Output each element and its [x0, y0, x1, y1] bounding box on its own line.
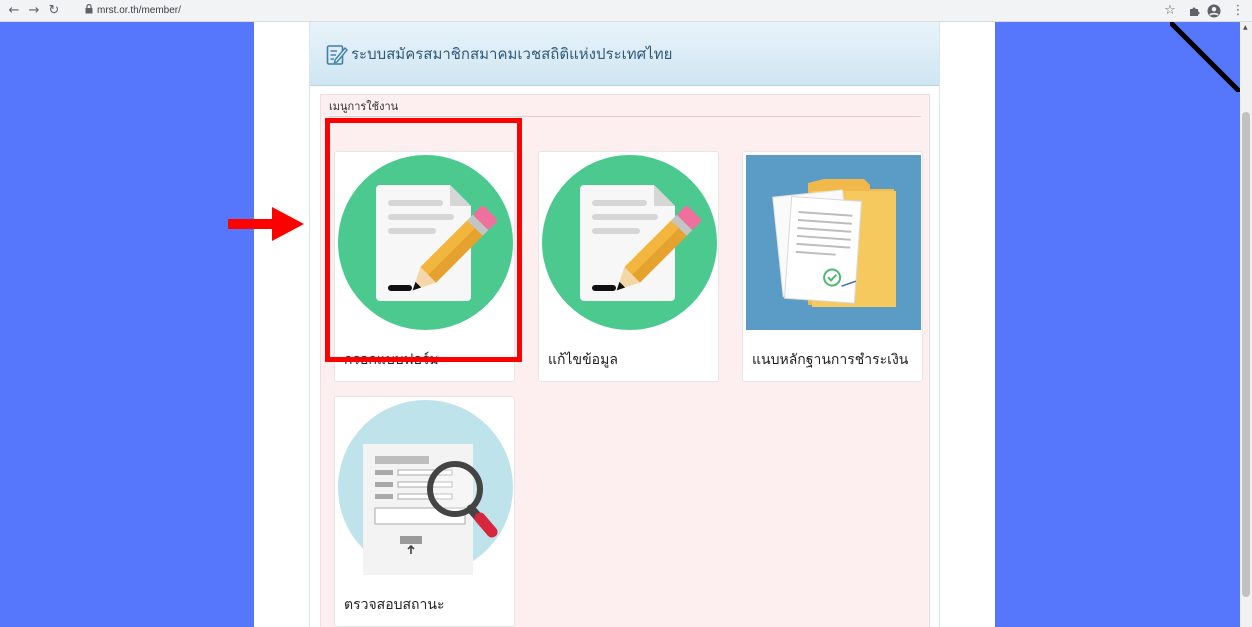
reload-icon[interactable]: ↻ — [46, 3, 62, 19]
selection-highlight — [325, 118, 522, 362]
account-icon[interactable] — [1206, 3, 1222, 23]
edit-form-icon — [326, 45, 348, 65]
kebab-menu-icon[interactable]: ⋮ — [1230, 3, 1246, 19]
menu-card-label: ตรวจสอบสถานะ — [344, 597, 445, 613]
panel-header: ระบบสมัครสมาชิกสมาคมเวชสถิติแห่งประเทศไท… — [310, 22, 939, 86]
lock-icon — [85, 3, 93, 17]
puzzle-icon[interactable] — [1186, 3, 1202, 22]
red-arrow-icon — [228, 207, 304, 241]
diagonal-line-decoration — [1170, 22, 1240, 92]
menu-section-label: เมนูการใช้งาน — [329, 100, 399, 113]
menu-card-attach-payment[interactable]: แนบหลักฐานการชำระเงิน — [742, 151, 923, 382]
menu-card-label: แก้ไขข้อมูล — [548, 352, 618, 368]
page-background-left — [0, 22, 254, 627]
back-icon[interactable]: ← — [6, 3, 22, 19]
browser-toolbar: ← → ↻ mrst.or.th/member/ ☆ ⋮ — [0, 0, 1252, 22]
menu-card-check-status[interactable]: ตรวจสอบสถานะ — [334, 396, 515, 627]
page-background-right — [995, 22, 1240, 627]
divider — [329, 116, 921, 117]
page-title: ระบบสมัครสมาชิกสมาคมเวชสถิติแห่งประเทศไท… — [351, 45, 673, 63]
scroll-up-icon[interactable]: ▲ — [1243, 24, 1248, 31]
address-bar[interactable]: mrst.or.th/member/ — [97, 4, 181, 17]
star-icon[interactable]: ☆ — [1162, 3, 1178, 19]
document-envelope-icon — [746, 155, 921, 330]
scrollbar-thumb[interactable] — [1242, 112, 1250, 597]
vertical-scrollbar[interactable]: ▲ — [1240, 22, 1252, 627]
menu-card-edit-data[interactable]: แก้ไขข้อมูล — [538, 151, 719, 382]
forward-icon[interactable]: → — [26, 3, 42, 19]
document-search-icon — [338, 400, 513, 575]
menu-card-label: แนบหลักฐานการชำระเงิน — [752, 352, 909, 368]
form-pencil-icon — [542, 155, 717, 330]
